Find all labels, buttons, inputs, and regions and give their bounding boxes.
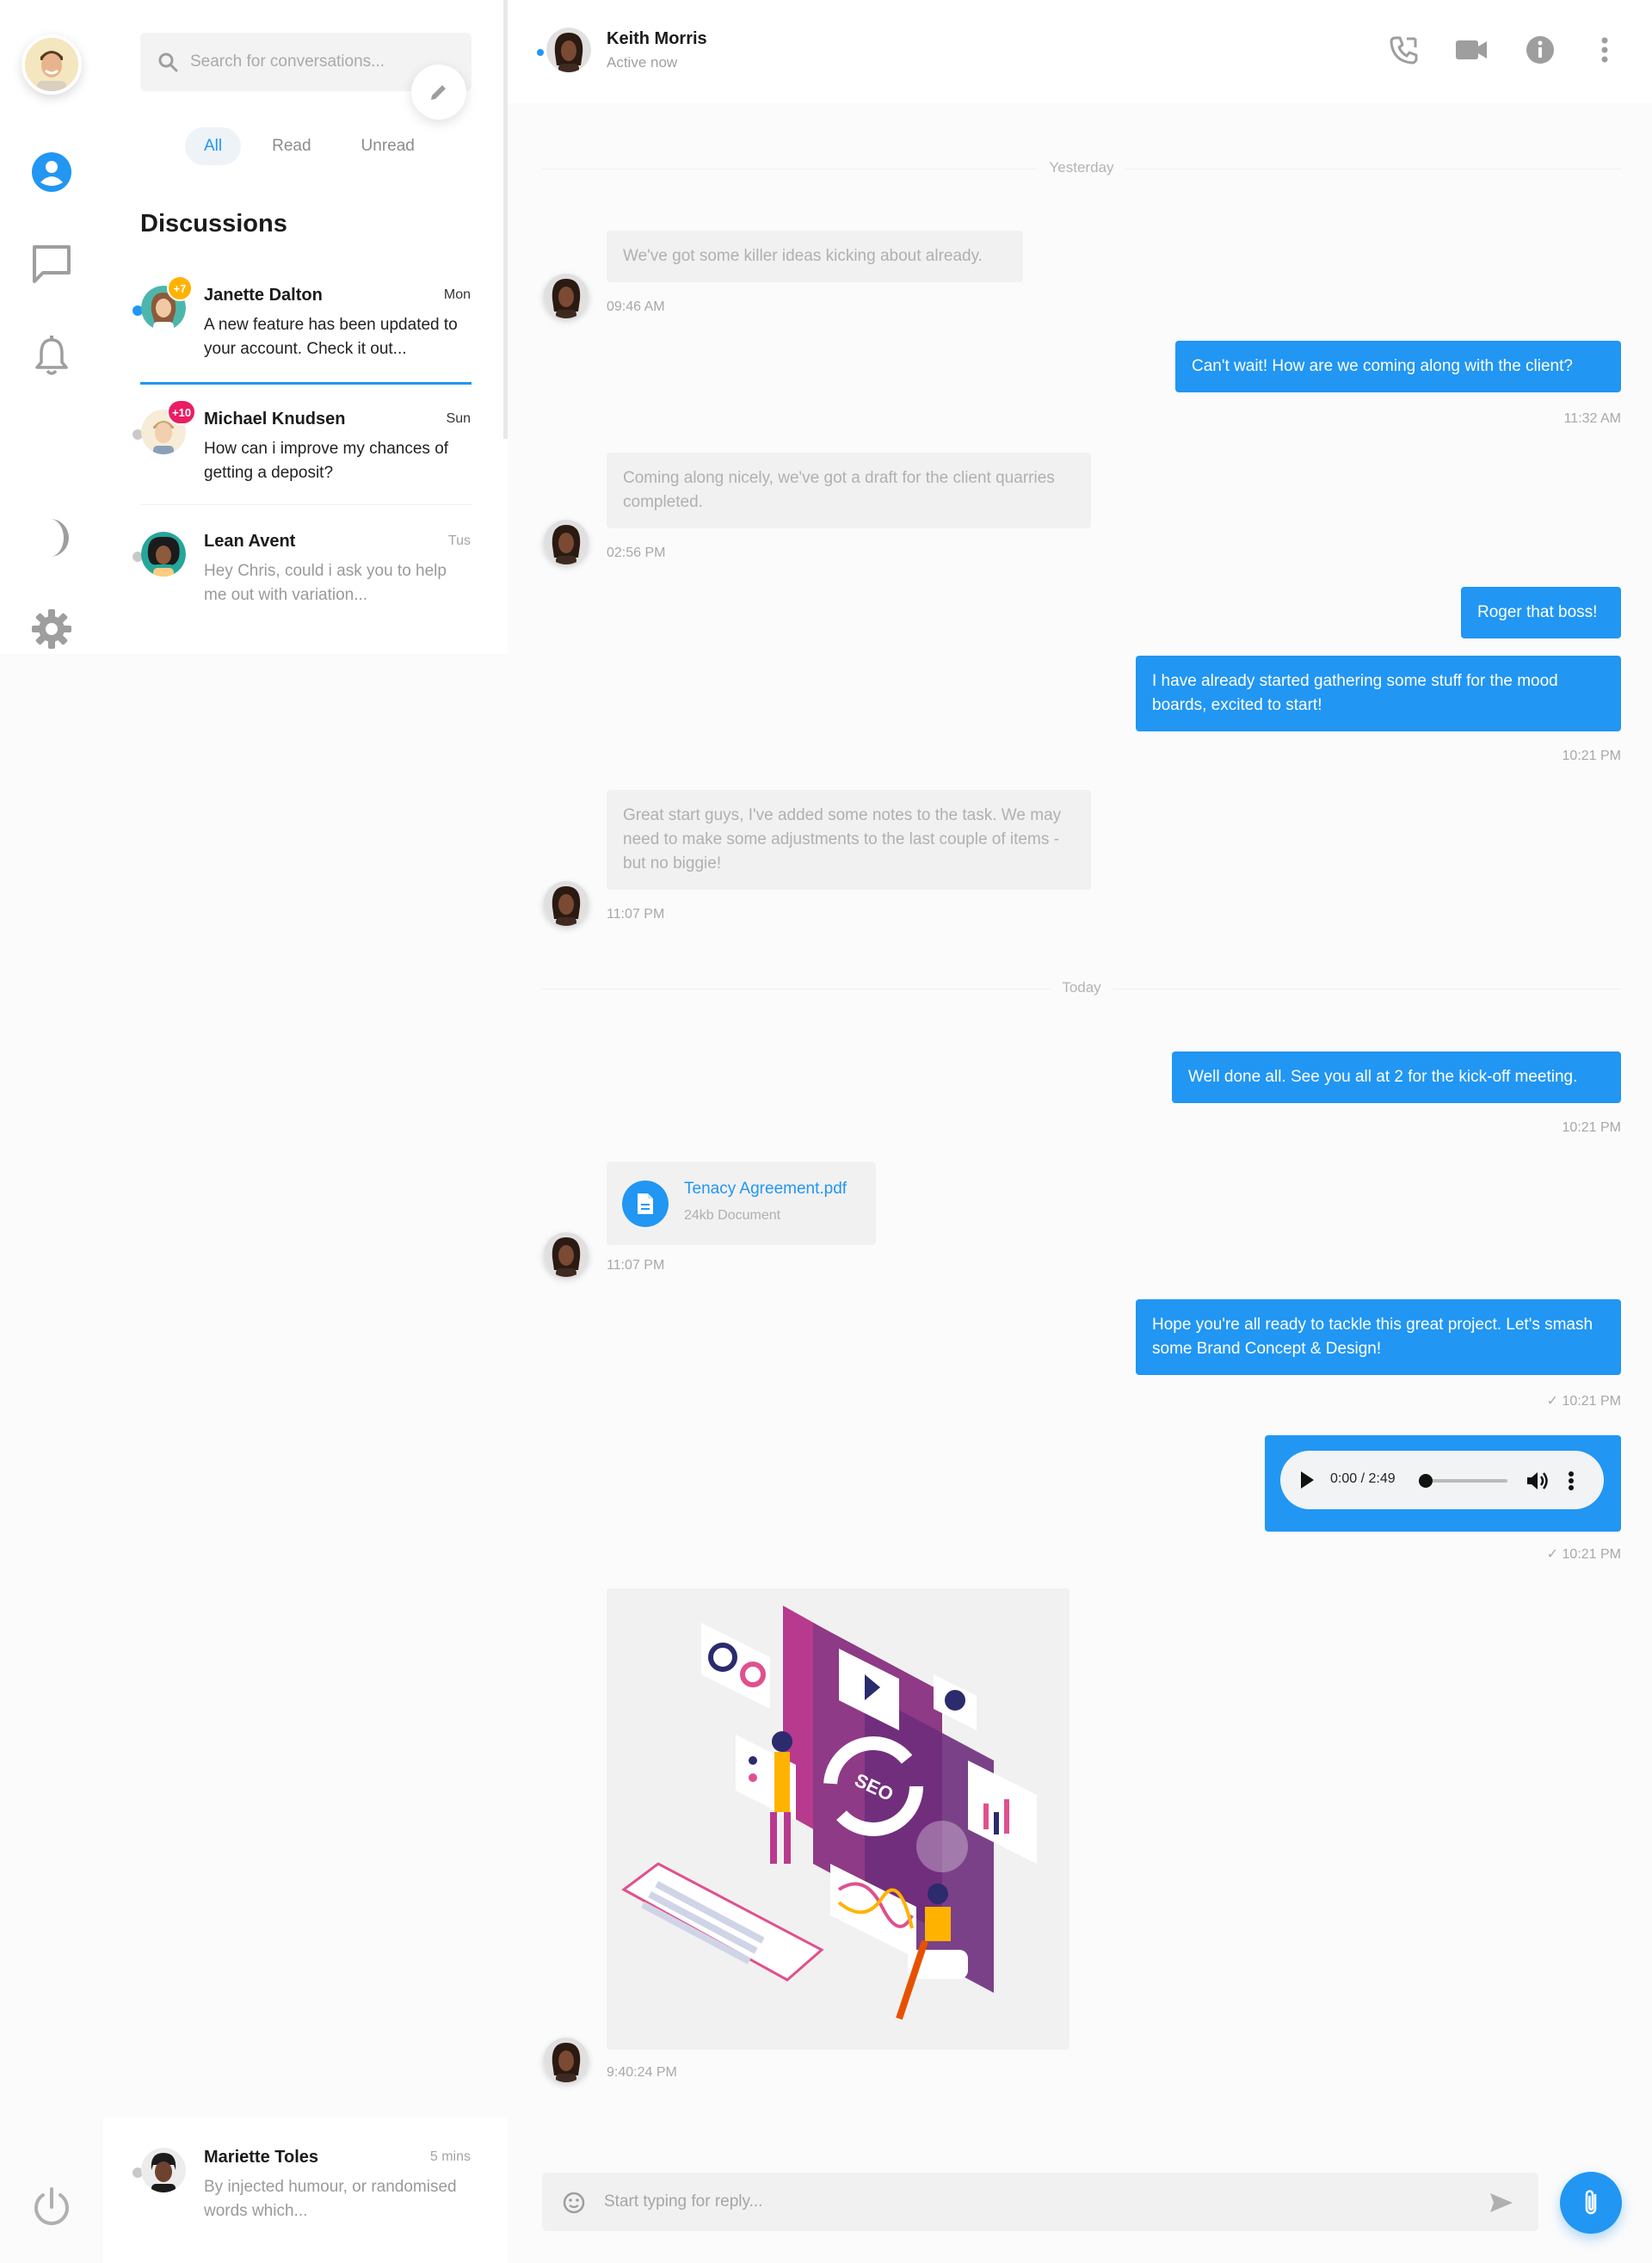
chat-contact-name: Keith Morris xyxy=(607,29,707,48)
message-time-with-status: ✓ 10:21 PM xyxy=(1547,1392,1621,1409)
avatar xyxy=(141,532,186,577)
file-attachment[interactable]: Tenacy Agreement.pdf 24kb Document xyxy=(607,1162,876,1245)
sender-avatar xyxy=(544,274,589,318)
phone-icon[interactable] xyxy=(1387,33,1421,67)
selected-indicator xyxy=(140,382,472,385)
outgoing-message: Can't wait! How are we coming along with… xyxy=(1175,341,1621,392)
conversation-filters: All Read Unread xyxy=(185,127,434,165)
seo-illustration: SEO xyxy=(607,1588,1069,2050)
document-icon xyxy=(622,1181,669,1227)
audio-player: 0:00 / 2:49 xyxy=(1280,1451,1604,1509)
outgoing-message: I have already started gathering some st… xyxy=(1136,656,1621,731)
message-time: 9:40:24 PM xyxy=(607,2065,677,2080)
message-time: 10:21 PM xyxy=(1562,1394,1621,1409)
image-attachment[interactable]: SEO xyxy=(607,1588,1069,2050)
conversation-time: 5 mins xyxy=(429,2149,471,2164)
incoming-message: Great start guys, I've added some notes … xyxy=(607,790,1091,890)
sender-avatar xyxy=(544,2038,589,2082)
conversation-item[interactable]: Lean Avent Tus Hey Chris, could i ask yo… xyxy=(129,508,473,628)
file-size: 24kb Document xyxy=(684,1208,781,1223)
unread-badge: +10 xyxy=(167,399,197,425)
message-time-with-status: ✓ 10:21 PM xyxy=(1547,1545,1621,1563)
conversation-item[interactable]: +7 Janette Dalton Mon A new feature has … xyxy=(129,262,473,382)
message-preview: By injected humour, or randomised words … xyxy=(204,2178,457,2220)
conversation-item[interactable]: +10 Michael Knudsen Sun How can i improv… xyxy=(129,385,473,506)
message-time: 10:21 PM xyxy=(1562,1120,1621,1135)
sender-avatar xyxy=(544,1232,589,1277)
message-time: 11:07 PM xyxy=(607,907,665,922)
user-circle-icon[interactable] xyxy=(30,151,73,194)
filter-unread[interactable]: Unread xyxy=(342,127,434,165)
outgoing-message: Hope you're all ready to tackle this gre… xyxy=(1136,1299,1621,1375)
contact-name: Mariette Toles xyxy=(204,2148,318,2167)
search-icon xyxy=(158,52,178,72)
filter-read[interactable]: Read xyxy=(253,127,330,165)
outgoing-message: Roger that boss! xyxy=(1461,587,1621,638)
contact-name: Michael Knudsen xyxy=(204,410,346,429)
message-time: 09:46 AM xyxy=(607,299,665,314)
outgoing-message: Well done all. See you all at 2 for the … xyxy=(1172,1051,1621,1103)
send-icon[interactable] xyxy=(1489,2192,1514,2214)
search-input[interactable] xyxy=(190,52,414,71)
audio-message: 0:00 / 2:49 xyxy=(1265,1435,1621,1532)
more-vertical-icon[interactable] xyxy=(1587,33,1622,67)
bell-icon[interactable] xyxy=(30,334,73,377)
divider xyxy=(140,504,472,505)
play-icon[interactable] xyxy=(1301,1471,1314,1489)
info-icon[interactable] xyxy=(1523,33,1557,67)
sender-avatar xyxy=(544,881,589,926)
message-preview: Hey Chris, could i ask you to help me ou… xyxy=(204,562,447,604)
check-icon: ✓ xyxy=(1546,1547,1559,1562)
more-vertical-icon[interactable] xyxy=(1563,1469,1580,1493)
power-icon[interactable] xyxy=(30,2186,73,2229)
message-preview: A new feature has been updated to your a… xyxy=(204,316,458,358)
gear-icon[interactable] xyxy=(30,607,73,651)
user-avatar[interactable] xyxy=(22,34,82,95)
chat-bubble-icon[interactable] xyxy=(30,243,73,286)
moon-icon[interactable] xyxy=(30,516,73,559)
audio-time: 0:00 / 2:49 xyxy=(1330,1471,1396,1486)
message-time: 02:56 PM xyxy=(607,546,666,560)
sender-avatar xyxy=(544,520,589,564)
contact-name: Lean Avent xyxy=(204,532,296,551)
contact-name: Janette Dalton xyxy=(204,286,323,305)
conversation-time: Tus xyxy=(447,533,471,548)
volume-icon[interactable] xyxy=(1525,1469,1549,1493)
conversation-time: Sun xyxy=(446,411,471,426)
message-composer xyxy=(542,2173,1538,2231)
chat-contact-status: Active now xyxy=(607,54,678,71)
online-status-dot xyxy=(535,47,546,58)
nav-rail xyxy=(0,0,103,2263)
attach-button[interactable] xyxy=(1560,2172,1622,2234)
compose-button[interactable] xyxy=(411,65,466,120)
conversation-item[interactable]: Mariette Toles 5 mins By injected humour… xyxy=(129,2124,473,2244)
day-label: Today xyxy=(1050,979,1113,996)
unread-badge: +7 xyxy=(167,275,193,301)
filter-all[interactable]: All xyxy=(185,127,242,165)
contact-avatar[interactable] xyxy=(546,28,591,72)
incoming-message: We've got some killer ideas kicking abou… xyxy=(607,231,1023,282)
message-input[interactable] xyxy=(604,2173,1430,2231)
audio-progress-knob[interactable] xyxy=(1419,1474,1433,1488)
message-time: 10:21 PM xyxy=(1562,749,1621,763)
pencil-icon xyxy=(431,85,446,100)
incoming-message: Coming along nicely, we've got a draft f… xyxy=(607,453,1091,528)
message-time: 10:21 PM xyxy=(1562,1547,1621,1562)
day-label: Yesterday xyxy=(1037,159,1126,176)
check-icon: ✓ xyxy=(1546,1394,1559,1409)
discussions-title: Discussions xyxy=(140,210,287,237)
paperclip-icon xyxy=(1585,2190,1597,2215)
emoji-icon[interactable] xyxy=(563,2192,585,2214)
avatar xyxy=(141,2148,186,2192)
message-time: 11:32 AM xyxy=(1563,411,1621,426)
video-camera-icon[interactable] xyxy=(1454,33,1489,67)
file-name-link[interactable]: Tenacy Agreement.pdf xyxy=(684,1180,847,1199)
conversation-time: Mon xyxy=(443,287,471,302)
message-time: 11:07 PM xyxy=(607,1258,665,1273)
audio-progress-slider[interactable] xyxy=(1419,1474,1507,1488)
message-preview: How can i improve my chances of getting … xyxy=(204,440,449,482)
